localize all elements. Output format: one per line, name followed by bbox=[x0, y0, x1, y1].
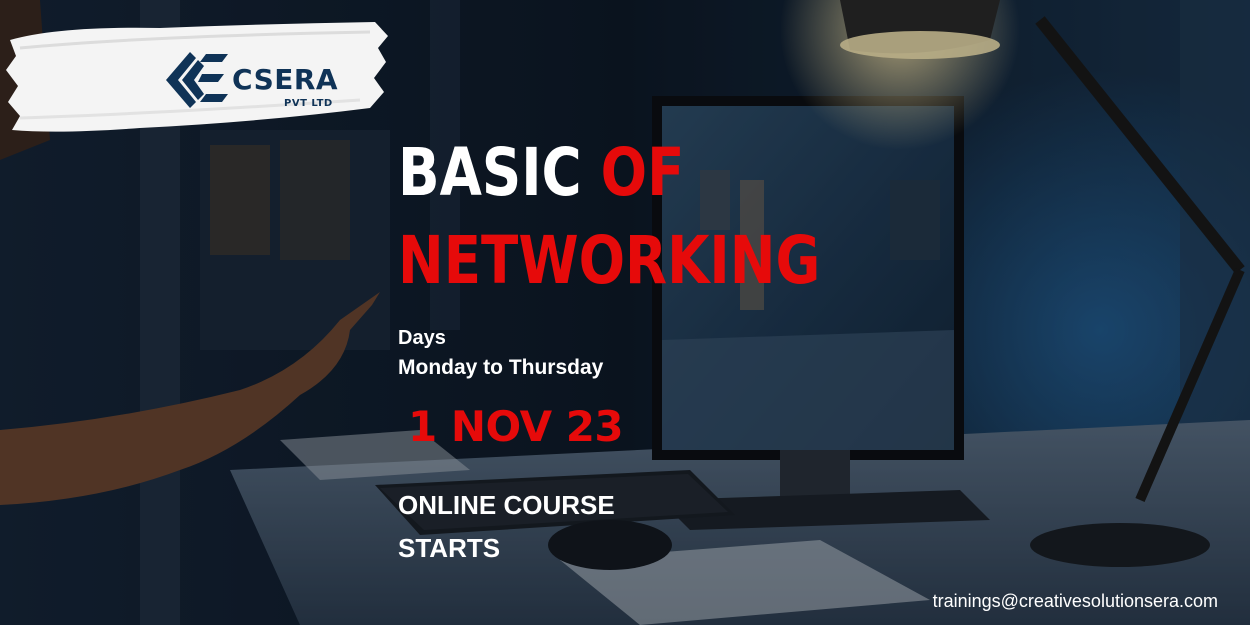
course-line-2: STARTS bbox=[398, 533, 501, 563]
headline-word-networking: NETWORKING bbox=[398, 222, 821, 299]
days-label: Days bbox=[398, 327, 446, 349]
brand-subtitle: PVT LTD bbox=[284, 98, 333, 109]
headline-line-1: BASIC OF bbox=[398, 140, 684, 206]
course-line-1: ONLINE COURSE bbox=[398, 490, 615, 520]
contact-email: trainings@creativesolutionsera.com bbox=[932, 591, 1218, 611]
brand-name: CSERA bbox=[232, 63, 339, 96]
headline-word-of: OF bbox=[600, 134, 685, 211]
logo-block: CSERA PVT LTD bbox=[0, 18, 390, 138]
start-date: 1 NOV 23 bbox=[408, 402, 624, 451]
banner: CSERA PVT LTD BASIC OF NETWORKING Days M… bbox=[0, 0, 1250, 625]
days-value: Monday to Thursday bbox=[398, 356, 604, 379]
headline-word-basic: BASIC bbox=[398, 134, 582, 211]
csera-logo-icon bbox=[166, 52, 228, 108]
